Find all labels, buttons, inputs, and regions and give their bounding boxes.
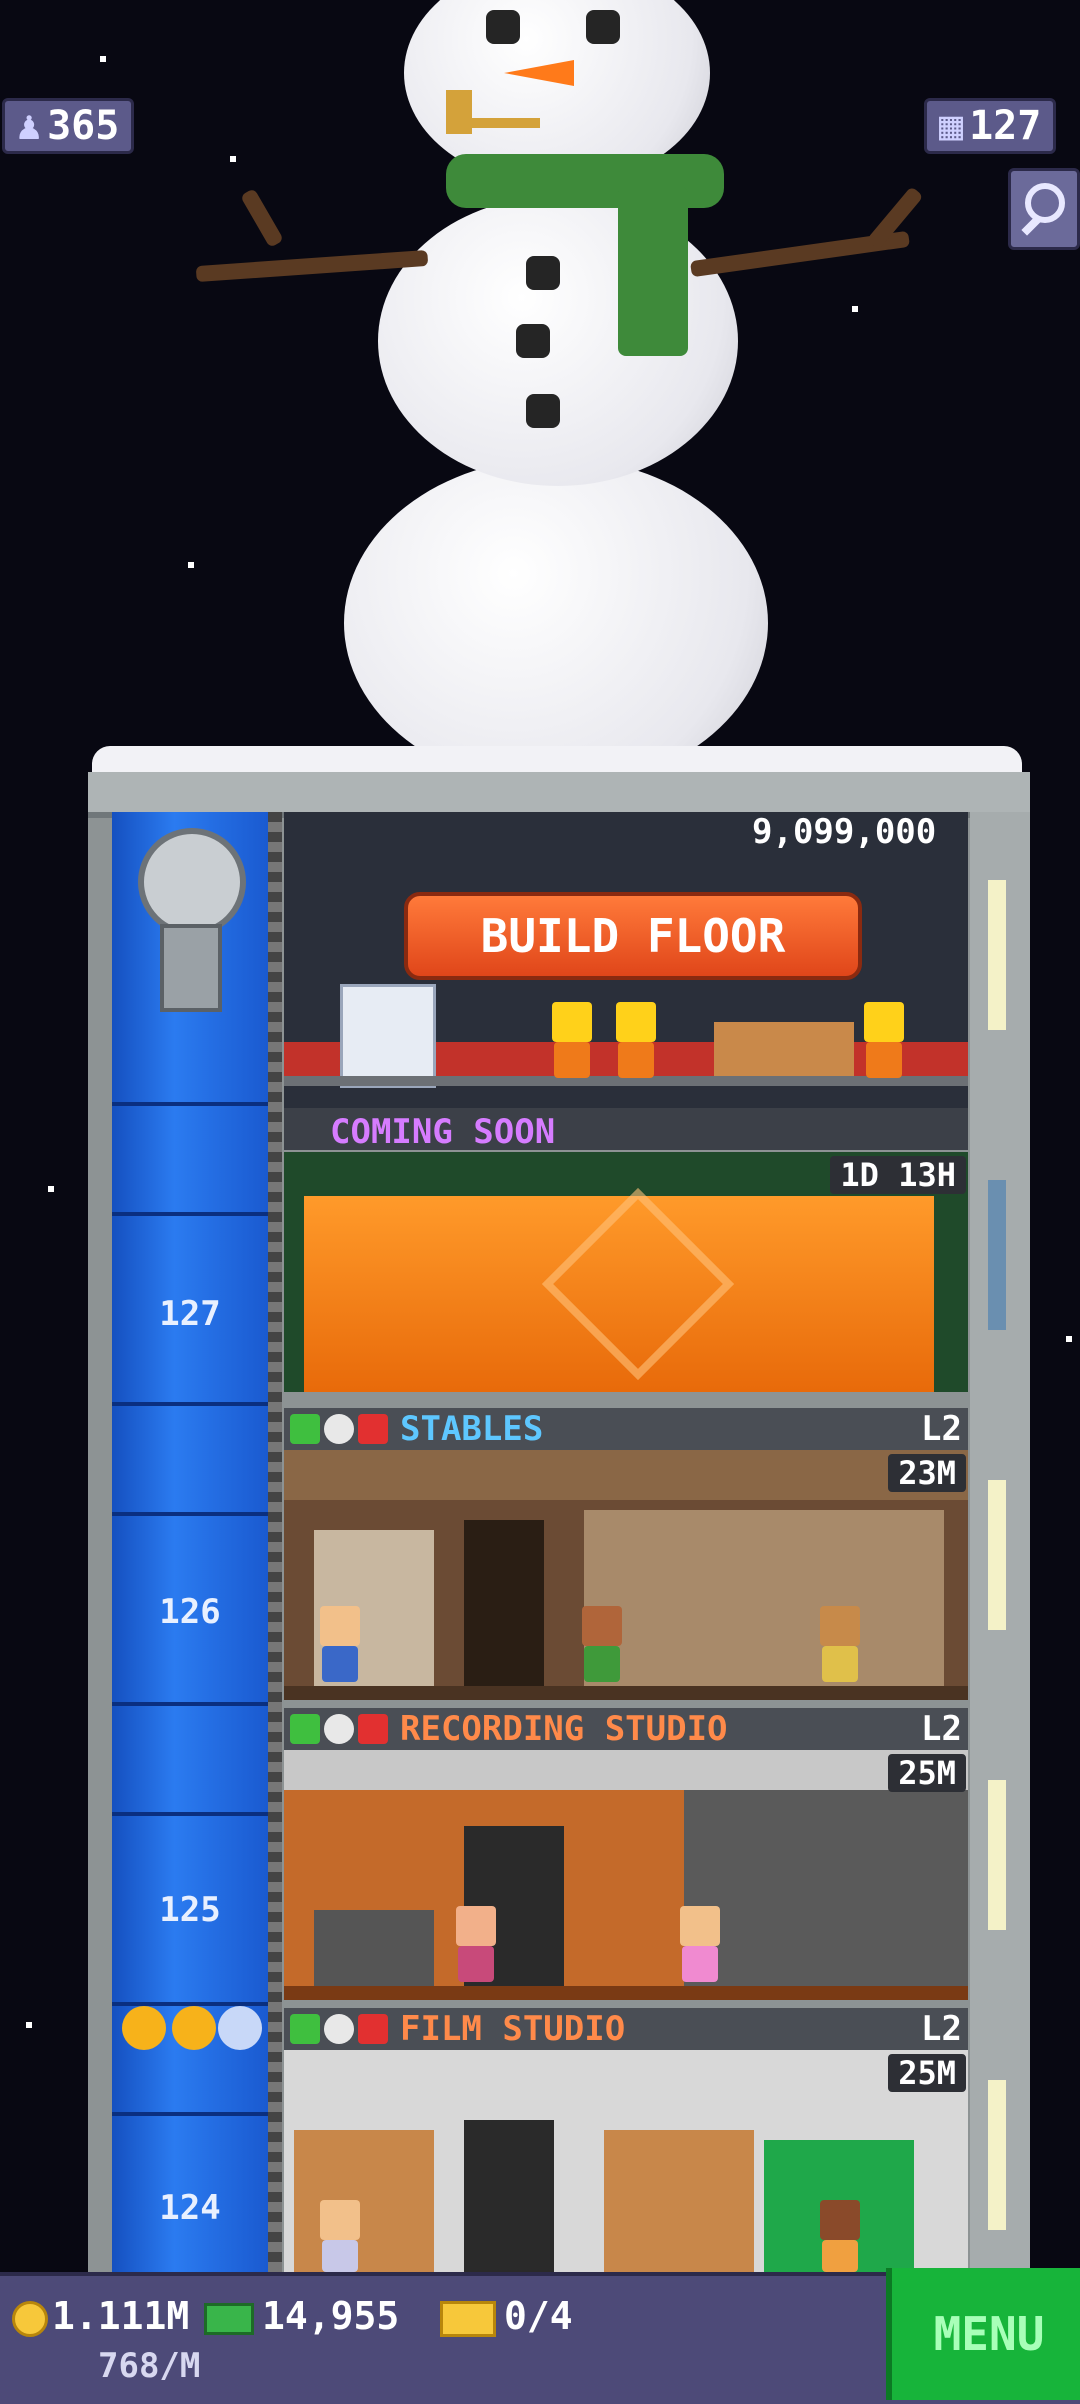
bux-icon bbox=[204, 2302, 254, 2335]
build-price: 9,099,000 bbox=[752, 812, 937, 852]
floor-timer: 23M bbox=[888, 1454, 966, 1492]
search-button[interactable] bbox=[1008, 168, 1080, 250]
clock-icon bbox=[324, 1414, 354, 1444]
close-icon bbox=[358, 2014, 388, 2044]
clock-icon bbox=[324, 1714, 354, 1744]
floor-level: L2 bbox=[921, 2009, 962, 2049]
star bbox=[230, 156, 236, 162]
bitizen[interactable] bbox=[318, 2200, 362, 2272]
construction-worker bbox=[862, 1002, 906, 1092]
bux-balance[interactable]: 14,955 bbox=[204, 2294, 399, 2338]
check-icon bbox=[290, 2014, 320, 2044]
bitizen[interactable] bbox=[678, 1906, 722, 1996]
floor-header-film-studio[interactable]: FILM STUDIO L2 bbox=[284, 2008, 968, 2050]
construction-worker bbox=[550, 1002, 594, 1092]
star bbox=[100, 56, 106, 62]
coins-rate: 768/M bbox=[98, 2346, 201, 2386]
floor-header-stables[interactable]: STABLES L2 bbox=[284, 1408, 968, 1450]
construction-timer: 1D 13H bbox=[830, 1156, 966, 1194]
check-icon bbox=[290, 1414, 320, 1444]
star-rating-icon bbox=[218, 2006, 262, 2050]
bitizen[interactable] bbox=[818, 1606, 862, 1696]
build-floor-button[interactable]: BUILD FLOOR bbox=[404, 892, 862, 980]
window bbox=[988, 1180, 1006, 1330]
star bbox=[26, 2022, 32, 2028]
star-rating-icon bbox=[172, 2006, 216, 2050]
coins-balance[interactable]: 1.111M bbox=[12, 2294, 189, 2338]
floor-film-studio[interactable] bbox=[284, 2050, 968, 2272]
star-rating-icon bbox=[122, 2006, 166, 2050]
floor-level: L2 bbox=[921, 1409, 962, 1449]
close-icon bbox=[358, 1414, 388, 1444]
population-counter[interactable]: ♟ 365 bbox=[2, 98, 135, 154]
floor-counter[interactable]: ▦ 127 bbox=[924, 98, 1057, 154]
check-icon bbox=[290, 1714, 320, 1744]
floor-name: STABLES bbox=[400, 1409, 544, 1449]
star bbox=[188, 562, 194, 568]
floor-timer: 25M bbox=[888, 1754, 966, 1792]
floor-number: 126 bbox=[159, 1592, 221, 1632]
bitizen[interactable] bbox=[454, 1906, 498, 1996]
floor-name: RECORDING STUDIO bbox=[400, 1709, 728, 1749]
floor-header-recording-studio[interactable]: RECORDING STUDIO L2 bbox=[284, 1708, 968, 1750]
window bbox=[988, 2080, 1006, 2230]
bitizen[interactable] bbox=[818, 2200, 862, 2272]
floor-name: FILM STUDIO bbox=[400, 2009, 626, 2049]
star bbox=[1066, 1336, 1072, 1342]
bitizen[interactable] bbox=[580, 1606, 624, 1696]
bitizen[interactable] bbox=[318, 1606, 362, 1696]
star bbox=[852, 306, 858, 312]
ticket-counter[interactable]: 0/4 bbox=[440, 2294, 573, 2338]
star bbox=[48, 1186, 54, 1192]
person-icon: ♟ bbox=[17, 103, 42, 149]
floor-timer: 25M bbox=[888, 2054, 966, 2092]
building-icon: ▦ bbox=[939, 103, 964, 149]
floor-level: L2 bbox=[921, 1709, 962, 1749]
search-icon bbox=[1025, 183, 1065, 223]
close-icon bbox=[358, 1714, 388, 1744]
elevator-machine-icon[interactable] bbox=[128, 828, 248, 1028]
floor-number: 125 bbox=[159, 1890, 221, 1930]
floor-recording-studio[interactable] bbox=[284, 1750, 968, 2000]
coming-soon-label: COMING SOON bbox=[330, 1112, 556, 1152]
floor-number: 124 bbox=[159, 2188, 221, 2228]
ticket-icon bbox=[440, 2300, 496, 2337]
menu-button[interactable]: MENU bbox=[886, 2268, 1080, 2400]
construction-worker bbox=[614, 1002, 658, 1092]
floor-number: 127 bbox=[159, 1294, 221, 1334]
window bbox=[988, 1780, 1006, 1930]
window bbox=[988, 1480, 1006, 1630]
coin-icon bbox=[12, 2300, 48, 2337]
clock-icon bbox=[324, 2014, 354, 2044]
elevator-rail bbox=[268, 812, 282, 2282]
window bbox=[988, 880, 1006, 1030]
elevator-shaft[interactable] bbox=[112, 812, 268, 2282]
floor-stables[interactable] bbox=[284, 1450, 968, 1700]
